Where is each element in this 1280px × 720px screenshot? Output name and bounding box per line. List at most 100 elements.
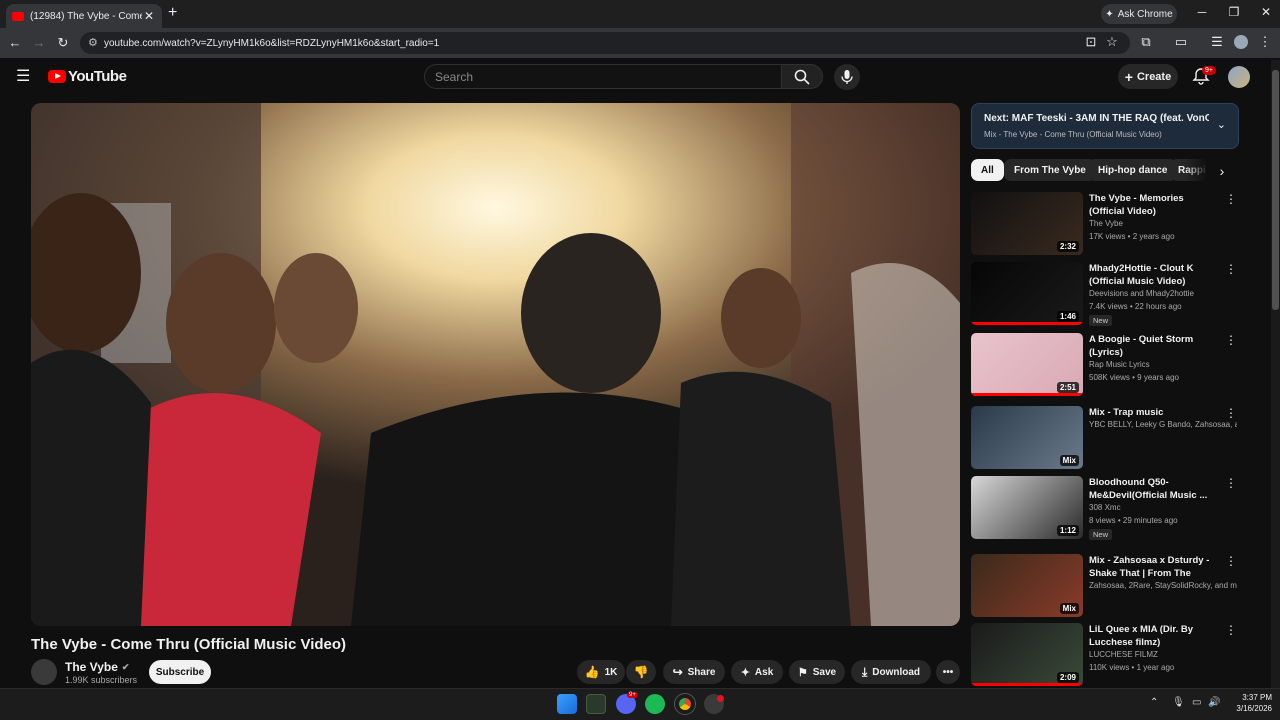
chip-all[interactable]: All [971,159,1004,181]
video-thumbnail[interactable]: Mix [971,406,1083,469]
next-video-text: Next: MAF Teeski - 3AM IN THE RAQ (feat.… [984,113,1209,124]
recommendation-channel[interactable]: YBC BELLY, Leeky G Bando, Zahsosaa, a... [1089,420,1237,429]
recommendation-channel[interactable]: Deevisions and Mhady2hottie [1089,289,1237,298]
recommendation-title[interactable]: Mix - Zahsosaa x Dsturdy - Shake That | … [1089,554,1217,580]
recommendation-item[interactable]: Mix Mix - Zahsosaa x Dsturdy - Shake Tha… [971,554,1239,622]
channel-name-text: The Vybe [65,660,118,674]
recommendation-item[interactable]: 1:46 Mhady2Hottie - Clout K (Official Mu… [971,262,1239,330]
volume-icon[interactable]: 🔊 [1208,697,1220,708]
more-vertical-icon[interactable]: ⋮ [1225,554,1237,568]
cast-icon[interactable]: ▭ [1172,33,1190,51]
reload-icon[interactable]: ↻ [54,34,72,52]
video-thumbnail[interactable]: 2:51 [971,333,1083,396]
restore-icon[interactable]: ❐ [1224,5,1244,19]
recommendation-meta: 7.4K views • 22 hours ago [1089,302,1182,311]
tray-chevron-icon[interactable]: ⌃ [1150,697,1158,708]
site-info-icon[interactable]: ⚙ [88,36,98,49]
video-thumbnail[interactable]: Mix [971,554,1083,617]
recommendation-item[interactable]: 2:09 LiL Quee x MIA (Dir. By Lucchese fi… [971,623,1239,691]
more-vertical-icon[interactable]: ⋮ [1225,476,1237,490]
extensions-icon[interactable]: ⧉ [1137,33,1155,51]
download-button[interactable]: ⤓ Download [851,660,931,684]
minimize-icon[interactable]: ─ [1192,5,1212,19]
search-input[interactable]: Search [424,64,782,89]
forward-arrow-icon[interactable]: → [30,34,48,52]
chrome-menu-icon[interactable]: ⋮ [1256,33,1274,51]
network-icon[interactable]: ▭ [1192,697,1201,708]
more-vertical-icon[interactable]: ⋮ [1225,192,1237,206]
ask-button[interactable]: ✦ Ask [731,660,783,684]
download-icon: ⤓ [861,664,868,679]
youtube-play-icon [48,70,66,83]
chrome-icon[interactable] [674,693,696,715]
install-app-icon[interactable]: ⊡ [1082,33,1100,51]
up-next-card[interactable]: Next: MAF Teeski - 3AM IN THE RAQ (feat.… [971,103,1239,149]
url-text: youtube.com/watch?v=ZLynyHM1k6o&list=RDZ… [104,37,440,49]
more-vertical-icon[interactable]: ⋮ [1225,333,1237,347]
voice-search-button[interactable] [834,64,860,90]
spotify-icon[interactable] [645,694,665,714]
recommendation-title[interactable]: Bloodhound Q50-Me&Devil(Official Music .… [1089,476,1217,502]
bookmark-star-icon[interactable]: ☆ [1103,33,1121,51]
more-vertical-icon[interactable]: ⋮ [1225,406,1237,420]
recommendation-item[interactable]: Mix Mix - Trap music YBC BELLY, Leeky G … [971,406,1239,474]
channel-avatar[interactable] [31,659,57,685]
video-thumbnail[interactable]: 2:32 [971,192,1083,255]
window-close-icon[interactable]: ✕ [1256,5,1276,19]
chevron-down-icon[interactable]: ⌄ [1217,118,1226,131]
mix-playlist-text: Mix - The Vybe - Come Thru (Official Mus… [984,130,1162,139]
chip-from-the-vybe[interactable]: From The Vybe [1004,159,1096,181]
taskbar-clock[interactable]: 3:37 PM 3/16/2026 [1222,692,1272,714]
recommendation-title[interactable]: The Vybe - Memories (Official Video) [1089,192,1217,218]
create-button[interactable]: + Create [1118,64,1178,89]
notification-badge: 9+ [1202,66,1216,75]
channel-name[interactable]: The Vybe ✔ [65,660,129,674]
chevron-right-icon[interactable]: › [1212,163,1232,183]
recommendation-title[interactable]: LiL Quee x MIA (Dir. By Lucchese filmz) [1089,623,1217,649]
video-thumbnail[interactable]: 2:09 [971,623,1083,686]
search-button[interactable] [781,64,823,89]
recommendation-channel[interactable]: Rap Music Lyrics [1089,360,1237,369]
back-arrow-icon[interactable]: ← [6,34,24,52]
recommendation-channel[interactable]: 308 Xmc [1089,503,1237,512]
video-player[interactable] [31,103,960,626]
logo-text: YouTube [68,68,127,85]
more-vertical-icon[interactable]: ⋮ [1225,262,1237,276]
browser-tab[interactable]: (12984) The Vybe - Come Thru ✕ [6,4,162,28]
recommendation-title[interactable]: Mix - Trap music [1089,406,1217,419]
hamburger-menu-icon[interactable]: ☰ [16,68,34,86]
dislike-button[interactable]: 👎 [626,660,656,684]
video-thumbnail[interactable]: 1:46 [971,262,1083,325]
recommendation-item[interactable]: 2:32 The Vybe - Memories (Official Video… [971,192,1239,260]
scrollbar-thumb[interactable] [1272,70,1279,310]
video-thumbnail[interactable]: 1:12 [971,476,1083,539]
recommendation-channel[interactable]: The Vybe [1089,219,1237,228]
subscribe-button[interactable]: Subscribe [149,660,211,684]
save-button[interactable]: ⚑ Save [789,660,845,684]
file-explorer-icon[interactable] [586,694,606,714]
chip-rappi[interactable]: Rappi [1170,159,1208,181]
ask-chrome-button[interactable]: ✦ Ask Chrome [1101,4,1177,24]
recommendation-channel[interactable]: LUCCHESE FILMZ [1089,650,1237,659]
create-label: Create [1136,70,1172,83]
account-avatar[interactable] [1228,66,1250,88]
reading-list-icon[interactable]: ☰ [1208,33,1226,51]
address-bar[interactable]: ⚙ youtube.com/watch?v=ZLynyHM1k6o&list=R… [80,32,1130,54]
windows-start-icon[interactable] [557,694,577,714]
recommendation-title[interactable]: Mhady2Hottie - Clout K (Official Music V… [1089,262,1217,288]
like-button[interactable]: 👍 1K [577,660,625,684]
chip-hip-hop-dance[interactable]: Hip-hop dance [1088,159,1178,181]
more-actions-button[interactable]: ••• [936,660,960,684]
more-vertical-icon[interactable]: ⋮ [1225,623,1237,637]
recommendation-channel[interactable]: Zahsosaa, 2Rare, StaySolidRocky, and m..… [1089,581,1237,590]
share-button[interactable]: ↪ Share [663,660,725,684]
new-tab-button[interactable]: + [168,5,184,21]
profile-avatar-icon[interactable] [1234,35,1248,49]
recommendation-item[interactable]: 2:51 A Boogie - Quiet Storm (Lyrics) Rap… [971,333,1239,401]
microphone-tray-icon[interactable]: 🎙 [1172,697,1185,708]
recommendation-item[interactable]: 1:12 Bloodhound Q50-Me&Devil(Official Mu… [971,476,1239,544]
thumbs-down-icon: 👎 [633,665,649,679]
youtube-logo[interactable]: YouTube [48,68,127,85]
tab-close-icon[interactable]: ✕ [142,9,156,23]
recommendation-title[interactable]: A Boogie - Quiet Storm (Lyrics) [1089,333,1217,359]
